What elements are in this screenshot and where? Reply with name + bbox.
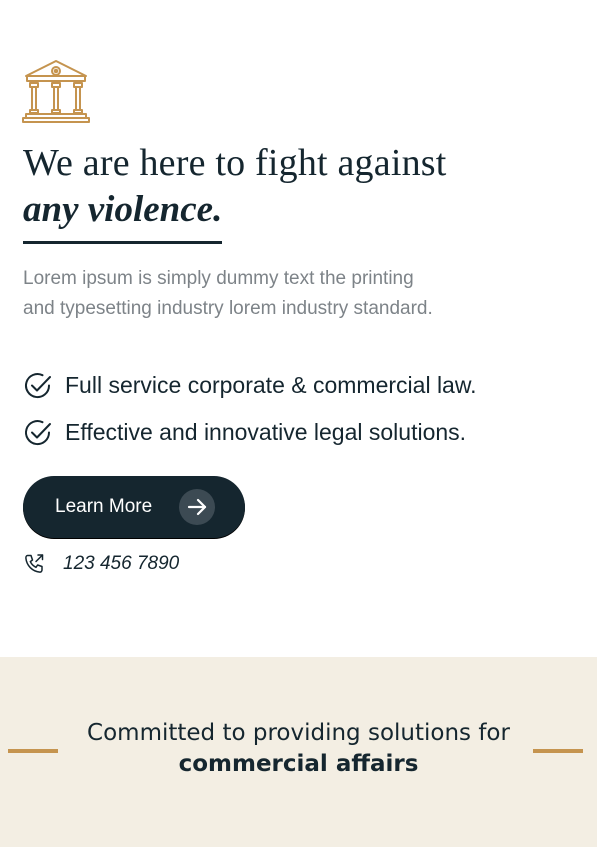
description-line-1: Lorem ipsum is simply dummy text the pri…: [23, 268, 414, 289]
feature-label: Effective and innovative legal solutions…: [65, 419, 467, 445]
heading-line-2: any violence.: [23, 187, 223, 244]
page-heading: We are here to fight against any violenc…: [23, 140, 447, 244]
commitment-tagline: Committed to providing solutions for com…: [0, 718, 597, 780]
heading-line-1: We are here to fight against: [23, 142, 447, 184]
phone-icon: [25, 554, 44, 573]
learn-more-label: Learn More: [55, 496, 153, 517]
check-circle-icon: [25, 419, 51, 445]
hero-section: We are here to fight against any violenc…: [0, 0, 597, 657]
hero-description: Lorem ipsum is simply dummy text the pri…: [23, 264, 493, 324]
check-circle-icon: [25, 372, 51, 398]
feature-item: Effective and innovative legal solutions…: [23, 409, 477, 456]
phone-link[interactable]: 123 456 7890: [23, 553, 179, 575]
feature-list: Full service corporate & commercial law.…: [23, 362, 477, 456]
feature-item: Full service corporate & commercial law.: [23, 362, 477, 409]
learn-more-button[interactable]: Learn More: [23, 476, 245, 538]
feature-label: Full service corporate & commercial law.: [65, 372, 477, 398]
arrow-right-icon: [179, 489, 215, 525]
courthouse-icon: [22, 60, 90, 123]
description-line-2: and typesetting industry lorem industry …: [23, 298, 433, 319]
phone-number: 123 456 7890: [63, 553, 180, 574]
tagline-line-2: commercial affairs: [178, 751, 419, 777]
tagline-line-1: Committed to providing solutions for: [87, 720, 510, 746]
commitment-band: Committed to providing solutions for com…: [0, 657, 597, 847]
